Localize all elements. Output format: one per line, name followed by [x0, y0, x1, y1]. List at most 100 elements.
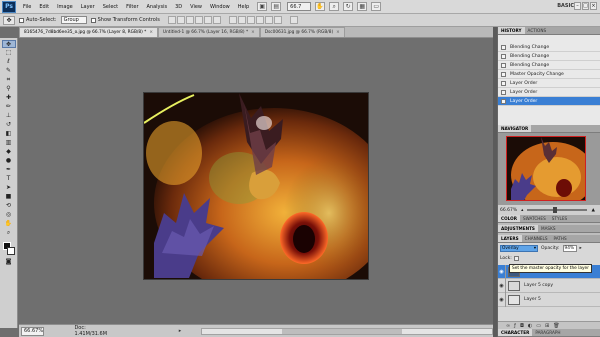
background-color-swatch[interactable] — [6, 247, 15, 255]
tab-character[interactable]: CHARACTER — [498, 329, 533, 336]
shape-tool-icon[interactable]: ■ — [2, 193, 16, 201]
menu-filter[interactable]: Filter — [122, 4, 142, 10]
horizontal-scrollbar[interactable] — [201, 327, 494, 335]
zoom-out-icon[interactable]: ▴ — [521, 208, 523, 213]
healing-brush-tool-icon[interactable]: ✚ — [2, 94, 16, 102]
layer-row[interactable]: ◉ Layer 5 — [498, 292, 600, 307]
distribute-bottom-icon[interactable] — [246, 16, 255, 24]
doc-tab-1[interactable]: 8165476_7d8bd6ee35_o.jpg @ 66.7% (Layer … — [19, 27, 158, 37]
align-left-icon[interactable] — [194, 16, 203, 24]
navigator-preview-area[interactable] — [498, 133, 600, 205]
zoom-tool-icon[interactable]: ⌕ — [329, 2, 340, 11]
new-layer-icon[interactable]: ⊞ — [545, 323, 549, 329]
rotate-view-icon[interactable]: ↻ — [343, 2, 354, 11]
align-bottom-icon[interactable] — [185, 16, 194, 24]
trash-icon[interactable]: 🗑 — [553, 323, 559, 329]
visibility-eye-icon[interactable]: ◉ — [498, 292, 506, 307]
hand-tool-icon[interactable]: ✋ — [2, 220, 16, 228]
doc-tab-3[interactable]: Dsc00631.jpg @ 66.7% (RGB/8) × — [259, 27, 345, 37]
layer-row[interactable]: ◉ Layer 5 copy — [498, 278, 600, 293]
distribute-top-icon[interactable] — [228, 16, 237, 24]
workspace-switcher[interactable]: BASIC — [557, 3, 574, 9]
tab-adjustments[interactable]: ADJUSTMENTS — [498, 225, 538, 232]
bridge-icon[interactable]: ▣ — [257, 2, 268, 11]
tab-channels[interactable]: CHANNELS — [522, 235, 551, 242]
add-mask-icon[interactable]: ◘ — [520, 323, 524, 329]
history-item[interactable]: Blending Change — [498, 43, 600, 52]
tab-layers[interactable]: LAYERS — [498, 235, 522, 242]
history-item[interactable]: Master Opacity Change — [498, 70, 600, 79]
visibility-eye-icon[interactable]: ◉ — [498, 278, 506, 293]
marquee-tool-icon[interactable]: ⬚ — [2, 49, 16, 57]
history-brush-tool-icon[interactable]: ↺ — [2, 121, 16, 129]
gradient-tool-icon[interactable]: ▥ — [2, 139, 16, 147]
move-tool-icon[interactable]: ✥ — [1, 40, 16, 48]
align-right-icon[interactable] — [212, 16, 221, 24]
menu-analysis[interactable]: Analysis — [143, 4, 172, 10]
doc-tab-2[interactable]: Untitled-1 @ 66.7% (Layer 16, RGB/8) * × — [157, 27, 260, 37]
brush-tool-icon[interactable]: ✏ — [2, 103, 16, 111]
history-item[interactable]: Blending Change — [498, 52, 600, 61]
tab-navigator[interactable]: NAVIGATOR — [498, 125, 532, 132]
close-tab-icon[interactable]: × — [149, 30, 153, 35]
history-item-selected[interactable]: Layer Order — [498, 97, 600, 106]
zoom-tool-icon[interactable]: ⌕ — [2, 229, 16, 237]
clone-stamp-tool-icon[interactable]: ⊥ — [2, 112, 16, 120]
screen-mode-icon[interactable]: ▭ — [371, 2, 382, 11]
3d-orbit-tool-icon[interactable]: ◎ — [2, 211, 16, 219]
hand-tool-icon[interactable]: ✋ — [315, 2, 326, 11]
status-zoom-field[interactable]: 66.67% — [21, 326, 45, 336]
group-folder-icon[interactable]: ▭ — [536, 323, 541, 329]
mini-bridge-icon[interactable]: ▤ — [271, 2, 282, 11]
tab-paths[interactable]: PATHS — [551, 235, 570, 242]
align-top-icon[interactable] — [167, 16, 176, 24]
eraser-tool-icon[interactable]: ◧ — [2, 130, 16, 138]
zoom-in-icon[interactable]: ▲ — [591, 208, 594, 213]
move-tool-preset-icon[interactable]: ✥ — [3, 15, 15, 25]
minimize-icon[interactable]: – — [574, 2, 581, 10]
distribute-hcenter-icon[interactable] — [264, 16, 273, 24]
tab-styles[interactable]: STYLES — [549, 215, 570, 222]
menu-help[interactable]: Help — [234, 4, 253, 10]
color-swatches[interactable] — [2, 241, 16, 257]
blend-mode-dropdown[interactable]: Overlay ▾ — [500, 244, 538, 252]
history-item[interactable]: Blending Change — [498, 61, 600, 70]
menu-edit[interactable]: Edit — [35, 4, 53, 10]
menu-select[interactable]: Select — [99, 4, 122, 10]
close-tab-icon[interactable]: × — [336, 30, 340, 35]
tab-paragraph[interactable]: PARAGRAPH — [532, 329, 563, 336]
close-icon[interactable]: × — [590, 2, 597, 10]
align-vcenter-icon[interactable] — [176, 16, 185, 24]
menu-window[interactable]: Window — [206, 4, 234, 10]
blur-tool-icon[interactable]: ◆ — [2, 148, 16, 156]
align-hcenter-icon[interactable] — [203, 16, 212, 24]
history-item[interactable]: Layer Order — [498, 79, 600, 88]
auto-select-option[interactable]: Auto-Select: — [19, 17, 57, 23]
link-layers-icon[interactable]: ∞ — [506, 323, 510, 329]
tab-masks[interactable]: MASKS — [538, 225, 559, 232]
close-tab-icon[interactable]: × — [251, 30, 255, 35]
menu-3d[interactable]: 3D — [171, 4, 186, 10]
tab-color[interactable]: COLOR — [498, 215, 520, 222]
maximize-icon[interactable]: □ — [582, 2, 589, 10]
3d-rotate-tool-icon[interactable]: ⟲ — [2, 202, 16, 210]
type-tool-icon[interactable]: T — [2, 175, 16, 183]
zoom-level-field[interactable]: 66.7 — [287, 2, 312, 11]
pen-tool-icon[interactable]: ✒ — [2, 166, 16, 174]
show-transform-checkbox[interactable] — [90, 17, 96, 23]
menu-layer[interactable]: Layer — [77, 4, 99, 10]
visibility-eye-icon[interactable]: ◉ — [498, 264, 506, 279]
opacity-field[interactable]: 94% — [562, 244, 577, 252]
menu-view[interactable]: View — [186, 4, 206, 10]
opacity-arrow-icon[interactable]: ▸ — [580, 246, 582, 251]
eyedropper-tool-icon[interactable]: ⚲ — [2, 85, 16, 93]
document-image[interactable] — [144, 93, 368, 279]
canvas-area[interactable] — [19, 38, 493, 324]
layer-style-icon[interactable]: ƒ — [514, 323, 516, 329]
navigator-thumbnail[interactable] — [506, 136, 586, 201]
navigator-zoom-slider[interactable] — [527, 207, 588, 213]
lasso-tool-icon[interactable]: ℓ — [2, 58, 16, 66]
distribute-left-icon[interactable] — [255, 16, 264, 24]
history-item[interactable]: Layer Order — [498, 88, 600, 97]
quick-mask-icon[interactable]: ◙ — [2, 258, 16, 266]
